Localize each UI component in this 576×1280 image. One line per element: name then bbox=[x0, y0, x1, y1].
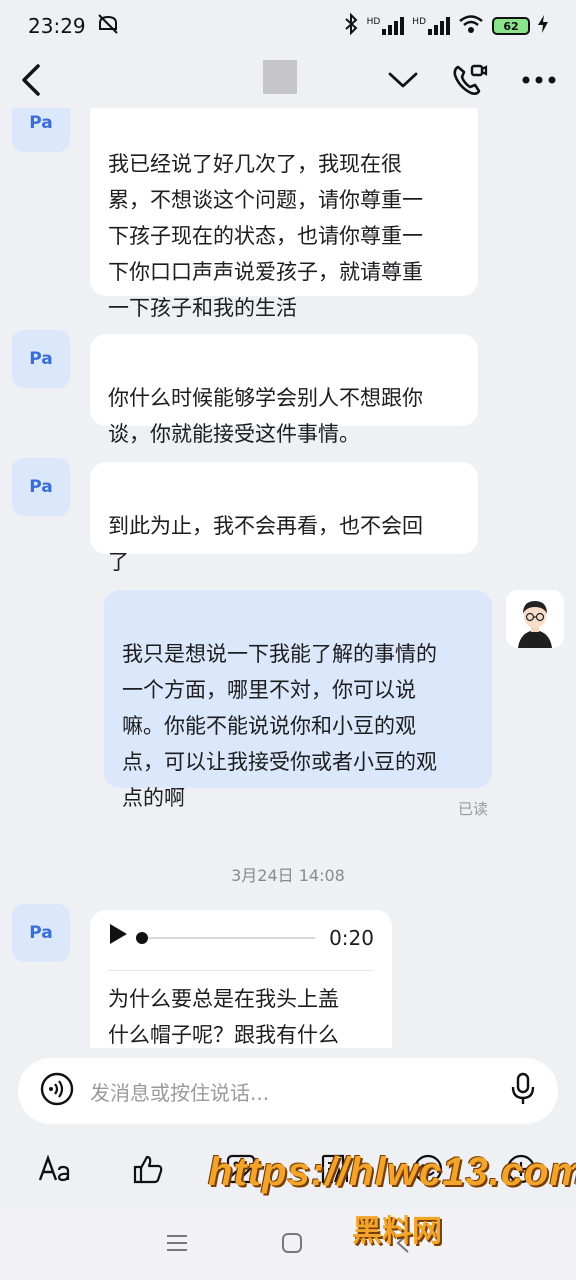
charging-icon bbox=[538, 15, 548, 37]
voice-player: 0:20 bbox=[108, 910, 374, 966]
my-avatar[interactable] bbox=[506, 590, 564, 648]
message-list[interactable]: Pa 我已经说了好几次了，我现在很 累，不想谈这个问题，请你尊重一 下孩子现在的… bbox=[0, 108, 576, 1048]
status-right: HD HD 62 bbox=[343, 12, 548, 39]
menu-icon[interactable] bbox=[165, 1233, 189, 1257]
sender-avatar[interactable]: Pa bbox=[12, 108, 70, 152]
chat-header bbox=[0, 52, 576, 108]
home-icon[interactable] bbox=[280, 1231, 304, 1259]
wifi-icon bbox=[458, 14, 484, 38]
divider bbox=[108, 970, 374, 971]
play-icon[interactable] bbox=[108, 920, 128, 956]
message-input-bar[interactable]: 发消息或按住说话... bbox=[18, 1058, 558, 1124]
voice-transcript: 为什么要总是在我头上盖 什么帽子呢？跟我有什么 bbox=[108, 987, 339, 1047]
battery-icon: 62 bbox=[492, 17, 530, 35]
more-icon[interactable] bbox=[522, 76, 556, 84]
message-input[interactable]: 发消息或按住说话... bbox=[74, 1077, 510, 1106]
message-bubble[interactable]: 我已经说了好几次了，我现在很 累，不想谈这个问题，请你尊重一 下孩子现在的状态，… bbox=[90, 108, 478, 320]
message-bubble[interactable]: 你什么时候能够学会别人不想跟你 谈，你就能接受这件事情。 bbox=[90, 334, 478, 446]
signal-icon: HD bbox=[367, 17, 405, 35]
thumbs-up-icon[interactable] bbox=[128, 1149, 168, 1189]
microphone-icon[interactable] bbox=[510, 1072, 536, 1110]
user-portrait-icon bbox=[506, 590, 564, 648]
timestamp: 3月24日 14:08 bbox=[231, 866, 345, 885]
my-message-bubble[interactable]: 我只是想说一下我能了解的事情的 一个方面，哪里不対，你可以说 嘛。你能不能说说你… bbox=[104, 590, 492, 810]
voice-progress-bar[interactable] bbox=[136, 932, 316, 944]
voice-mode-icon[interactable] bbox=[40, 1072, 74, 1110]
message-text: 到此为止，我不会再看，也不会回 了 bbox=[108, 514, 423, 574]
voice-duration: 0:20 bbox=[329, 926, 374, 950]
text-format-icon[interactable] bbox=[35, 1149, 75, 1189]
system-nav-bar bbox=[0, 1210, 576, 1280]
bluetooth-icon bbox=[343, 12, 359, 39]
back-button[interactable] bbox=[20, 63, 42, 97]
message-text: 我已经说了好几次了，我现在很 累，不想谈这个问题，请你尊重一 下孩子现在的状态，… bbox=[108, 152, 423, 320]
header-actions bbox=[388, 63, 556, 97]
sender-avatar[interactable]: Pa bbox=[12, 330, 70, 388]
watermark-name: 黑料网 bbox=[352, 1214, 442, 1249]
chevron-down-icon[interactable] bbox=[388, 71, 418, 89]
read-receipt: 已读 bbox=[458, 800, 489, 818]
mute-icon bbox=[96, 13, 120, 40]
message-text: 你什么时候能够学会别人不想跟你 谈，你就能接受这件事情。 bbox=[108, 386, 423, 446]
status-time: 23:29 bbox=[28, 14, 86, 38]
video-call-icon[interactable] bbox=[452, 63, 488, 97]
contact-avatar[interactable] bbox=[263, 60, 297, 94]
signal-icon-2: HD bbox=[412, 17, 450, 35]
message-bubble[interactable]: 到此为止，我不会再看，也不会回 了 bbox=[90, 462, 478, 574]
sender-avatar[interactable]: Pa bbox=[12, 458, 70, 516]
voice-progress-handle[interactable] bbox=[136, 932, 148, 944]
status-left: 23:29 bbox=[28, 13, 120, 40]
sender-avatar[interactable]: Pa bbox=[12, 904, 70, 962]
status-bar: 23:29 HD HD 62 bbox=[0, 0, 576, 52]
watermark-url: https://hlwc13.com bbox=[208, 1150, 576, 1194]
message-text: 我只是想说一下我能了解的事情的 一个方面，哪里不対，你可以说 嘛。你能不能说说你… bbox=[122, 642, 437, 810]
voice-message-bubble[interactable]: 0:20 为什么要总是在我头上盖 什么帽子呢？跟我有什么 bbox=[90, 910, 392, 1048]
